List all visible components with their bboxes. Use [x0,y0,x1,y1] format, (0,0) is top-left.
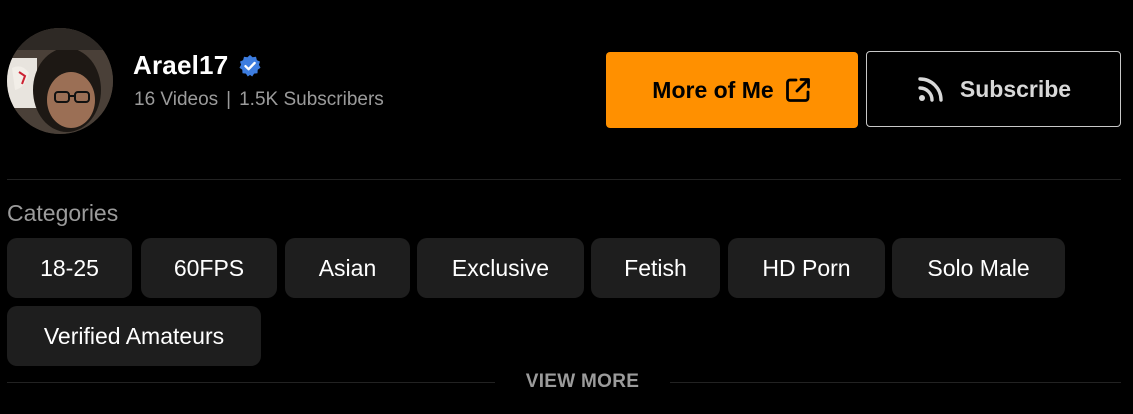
category-pill[interactable]: Asian [285,238,410,298]
category-pill[interactable]: Solo Male [892,238,1065,298]
categories-heading: Categories [7,200,119,226]
subscribe-label: Subscribe [959,75,1072,102]
external-link-icon [785,78,810,102]
view-more-button[interactable]: VIEW MORE [500,371,665,393]
channel-stats: 16 Videos | 1.5K Subscribers [134,89,384,111]
category-pill[interactable]: Exclusive [417,238,584,298]
channel-name[interactable]: Arael17 [133,50,228,81]
category-pill[interactable]: HD Porn [728,238,885,298]
more-of-me-label: More of Me [652,76,774,103]
section-divider [7,179,1121,180]
stats-separator: | [226,89,232,110]
verified-check-icon [239,54,261,76]
rss-icon [918,77,943,102]
video-count: 16 Videos [134,89,219,110]
channel-name-row: Arael17 [133,50,262,81]
category-pill[interactable]: Fetish [591,238,720,298]
more-of-me-button[interactable]: More of Me [606,52,858,128]
category-pill[interactable]: Verified Amateurs [7,306,261,366]
view-more-line-left [7,382,495,383]
view-more-line-right [670,382,1121,383]
avatar[interactable] [7,28,113,134]
subscribe-button[interactable]: Subscribe [866,51,1121,127]
category-pill[interactable]: 60FPS [141,238,277,298]
avatar-image [7,28,113,134]
category-pill[interactable]: 18-25 [7,238,132,298]
subscriber-count: 1.5K Subscribers [239,89,384,110]
